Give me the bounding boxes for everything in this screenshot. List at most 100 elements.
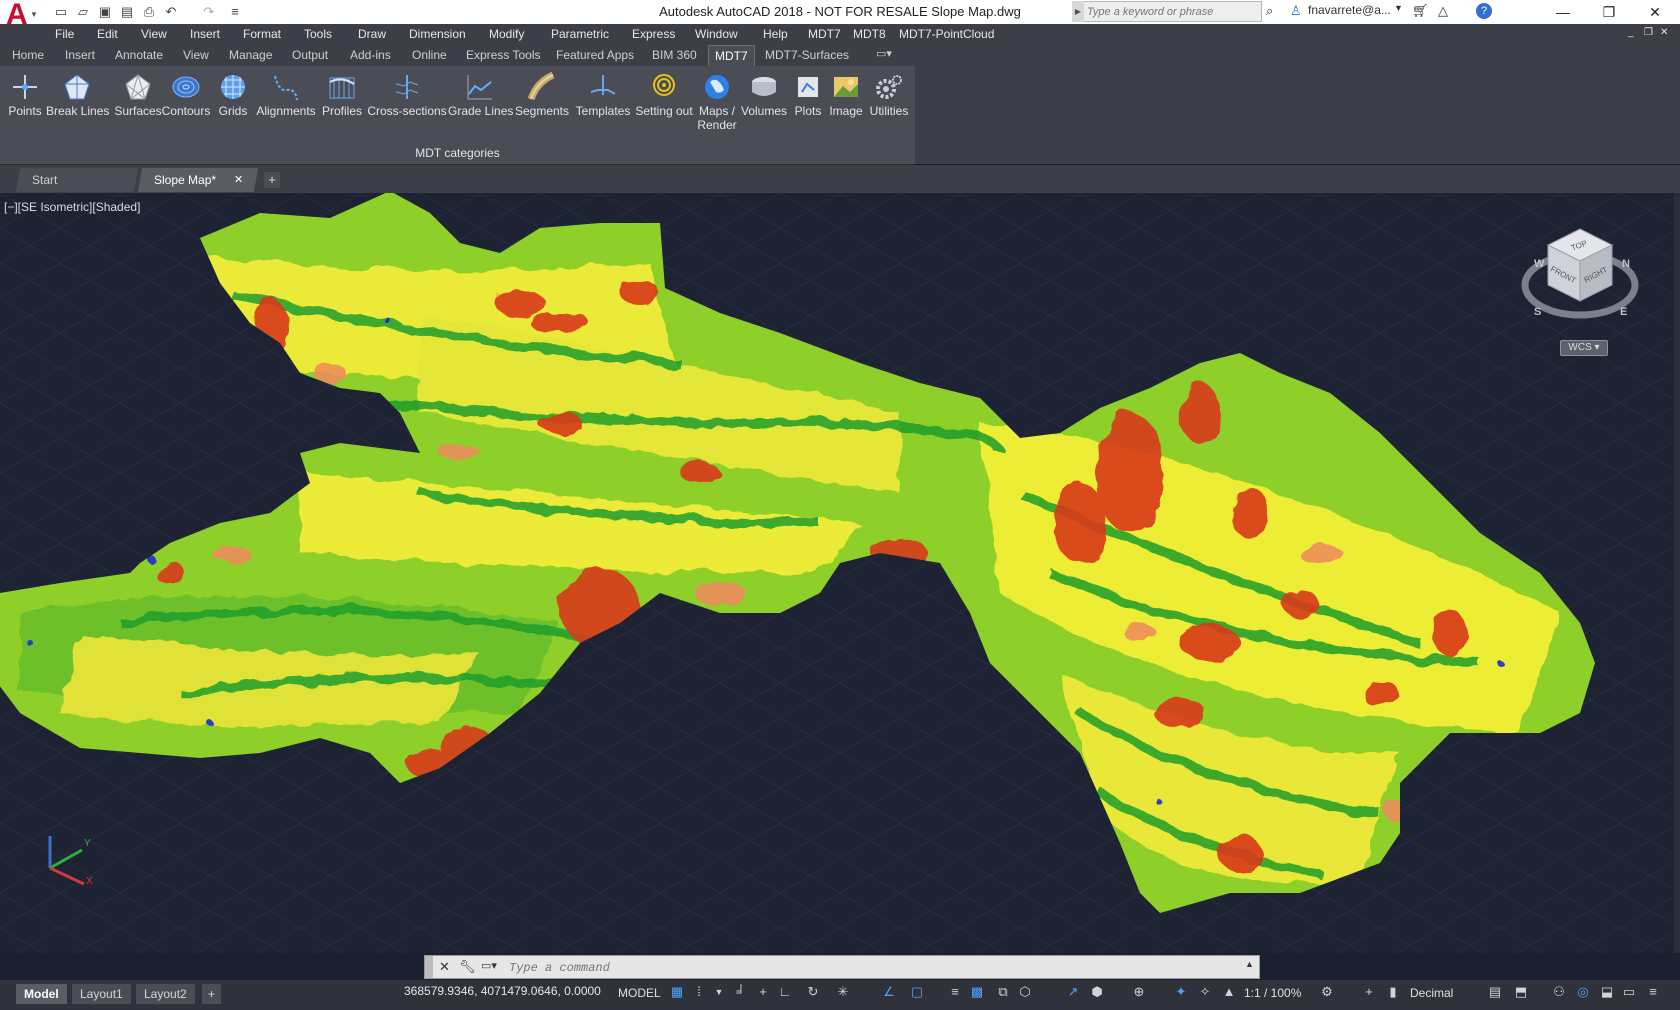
quick-properties-icon[interactable]: ▤ bbox=[1486, 983, 1504, 1001]
setting-out-tool[interactable]: Setting out bbox=[632, 72, 696, 118]
close-button[interactable]: ✕ bbox=[1632, 0, 1678, 24]
doc-restore-button[interactable]: ❐ bbox=[1644, 27, 1653, 38]
infer-constraints-icon[interactable]: ╛ bbox=[732, 983, 750, 1001]
recent-commands-icon[interactable]: ▭▾ bbox=[481, 959, 497, 972]
ribbon-panel-caption[interactable]: MDT categories bbox=[0, 146, 915, 160]
chevron-down-icon[interactable]: ▼ bbox=[710, 983, 728, 1001]
annotation-scale-icon[interactable]: ▲ bbox=[1220, 983, 1238, 1001]
object-snap-tracking-icon[interactable]: ∠ bbox=[880, 983, 898, 1001]
alignments-tool[interactable]: Alignments bbox=[252, 72, 320, 118]
command-line[interactable]: ✕ 🔧︎ ▭▾ ▲ bbox=[424, 955, 1260, 979]
compass-west[interactable]: W bbox=[1534, 258, 1545, 270]
layout-tab-layout2[interactable]: Layout2 bbox=[136, 984, 195, 1004]
menu-dimension[interactable]: Dimension bbox=[409, 27, 466, 41]
drawing-viewport[interactable]: [−][SE Isometric][Shaded] TOP FRONT RIGH… bbox=[0, 193, 1674, 953]
plots-tool[interactable]: Plots bbox=[790, 72, 826, 118]
menu-tools[interactable]: Tools bbox=[304, 27, 332, 41]
tab-output[interactable]: Output bbox=[292, 48, 328, 62]
tab-express-tools[interactable]: Express Tools bbox=[466, 48, 540, 62]
tab-manage[interactable]: Manage bbox=[229, 48, 272, 62]
transparency-icon[interactable]: ▩ bbox=[968, 983, 986, 1001]
segments-tool[interactable]: Segments bbox=[512, 72, 572, 118]
tab-online[interactable]: Online bbox=[412, 48, 447, 62]
customize-command-line-icon[interactable]: 🔧︎ bbox=[459, 959, 476, 975]
model-space-button[interactable]: MODEL bbox=[618, 986, 661, 1000]
tab-annotate[interactable]: Annotate bbox=[115, 48, 163, 62]
annotation-scale-value[interactable]: 1:1 / 100% bbox=[1244, 986, 1301, 1000]
layout-tab-layout1[interactable]: Layout1 bbox=[72, 984, 131, 1004]
viewport-controls-label[interactable]: [−][SE Isometric][Shaded] bbox=[4, 200, 140, 214]
user-name[interactable]: fnavarrete@a... bbox=[1308, 3, 1391, 17]
menu-express[interactable]: Express bbox=[632, 27, 675, 41]
menu-mdt7[interactable]: MDT7 bbox=[808, 27, 841, 41]
grid-display-icon[interactable]: ▦ bbox=[668, 983, 686, 1001]
dynamic-input-icon[interactable]: + bbox=[754, 983, 772, 1001]
add-layout-plus-icon[interactable]: + bbox=[202, 984, 222, 1004]
selection-cycling-icon[interactable]: ⧉ bbox=[994, 983, 1012, 1001]
close-tab-icon[interactable]: ✕ bbox=[234, 168, 243, 192]
new-tab-plus-icon[interactable]: + bbox=[264, 172, 280, 188]
binoculars-icon[interactable]: ⌕ bbox=[1266, 3, 1273, 19]
compass-east[interactable]: E bbox=[1620, 306, 1627, 318]
grids-tool[interactable]: Grids bbox=[214, 72, 252, 118]
coordinates-readout[interactable]: 368579.9346, 4071479.0646, 0.0000 bbox=[404, 984, 601, 998]
connect-icon[interactable]: △ bbox=[1438, 3, 1448, 19]
gizmo-icon[interactable]: ⊕ bbox=[1130, 983, 1148, 1001]
menu-format[interactable]: Format bbox=[243, 27, 281, 41]
tab-mdt7[interactable]: MDT7 bbox=[708, 45, 755, 66]
compass-south[interactable]: S bbox=[1534, 306, 1541, 318]
doc-tab-slope-map[interactable]: Slope Map* ✕ bbox=[137, 168, 259, 192]
customization-icon[interactable]: ▭ bbox=[1620, 983, 1638, 1001]
grade-lines-tool[interactable]: Grade Lines bbox=[448, 72, 513, 118]
command-line-grip[interactable] bbox=[425, 956, 433, 978]
3d-object-snap-icon[interactable]: ⬡ bbox=[1016, 983, 1034, 1001]
menu-edit[interactable]: Edit bbox=[97, 27, 118, 41]
tab-home[interactable]: Home bbox=[12, 48, 44, 62]
ribbon-minimize-icon[interactable]: ▭▾ bbox=[876, 47, 892, 60]
clean-screen-icon[interactable]: ⬓ bbox=[1598, 983, 1616, 1001]
ucs-menu-button[interactable]: WCS ▾ bbox=[1560, 340, 1608, 356]
maps-render-tool[interactable]: Maps / Render bbox=[696, 72, 738, 132]
tab-mdt7-surfaces[interactable]: MDT7-Surfaces bbox=[765, 48, 849, 62]
compass-north[interactable]: N bbox=[1622, 258, 1630, 270]
auto-scale-icon[interactable]: ✧ bbox=[1196, 983, 1214, 1001]
chevron-down-icon[interactable]: ▼ bbox=[1394, 3, 1403, 13]
menu-file[interactable]: File bbox=[55, 27, 74, 41]
menu-insert[interactable]: Insert bbox=[190, 27, 220, 41]
hardware-acceleration-icon[interactable]: ◎ bbox=[1574, 983, 1592, 1001]
workspace-gear-icon[interactable]: ⚙ bbox=[1318, 983, 1336, 1001]
annotation-monitor-icon[interactable]: + bbox=[1360, 983, 1378, 1001]
search-input[interactable] bbox=[1073, 2, 1257, 21]
snap-mode-icon[interactable]: ⁞ bbox=[690, 983, 708, 1001]
lock-ui-icon[interactable]: ⬒ bbox=[1512, 983, 1530, 1001]
tab-bim-360[interactable]: BIM 360 bbox=[652, 48, 697, 62]
layout-tab-model[interactable]: Model bbox=[16, 984, 67, 1004]
search-box[interactable] bbox=[1072, 1, 1262, 22]
restore-button[interactable]: ❐ bbox=[1586, 0, 1632, 24]
menu-mdt7-pointcloud[interactable]: MDT7-PointCloud bbox=[899, 27, 994, 41]
ortho-mode-icon[interactable]: ∟ bbox=[776, 983, 794, 1001]
help-icon[interactable]: ? bbox=[1476, 3, 1492, 19]
command-history-toggle-icon[interactable]: ▲ bbox=[1245, 959, 1254, 969]
dynamic-ucs-icon[interactable]: ↗ bbox=[1064, 983, 1082, 1001]
search-expand-icon[interactable]: ▶ bbox=[1072, 1, 1084, 22]
viewport-scrollbar[interactable] bbox=[1674, 193, 1680, 953]
menu-view[interactable]: View bbox=[141, 27, 167, 41]
break-lines-tool[interactable]: Break Lines bbox=[46, 72, 109, 118]
isometric-drafting-icon[interactable]: ✳ bbox=[834, 983, 852, 1001]
isolate-objects-icon[interactable]: ⚇ bbox=[1550, 983, 1568, 1001]
doc-close-button[interactable]: ✕ bbox=[1660, 27, 1668, 38]
utilities-tool[interactable]: Utilities bbox=[866, 72, 912, 118]
status-menu-icon[interactable]: ≡ bbox=[1644, 983, 1662, 1001]
units-value[interactable]: Decimal bbox=[1410, 986, 1453, 1000]
object-snap-icon[interactable]: ▢ bbox=[908, 983, 926, 1001]
selection-filter-icon[interactable]: ⬢ bbox=[1088, 983, 1106, 1001]
cross-sections-tool[interactable]: Cross-sections bbox=[364, 72, 450, 118]
volumes-tool[interactable]: Volumes bbox=[738, 72, 790, 118]
menu-parametric[interactable]: Parametric bbox=[551, 27, 609, 41]
points-tool[interactable]: Points bbox=[6, 72, 44, 118]
tab-featured-apps[interactable]: Featured Apps bbox=[556, 48, 634, 62]
doc-tab-start[interactable]: Start bbox=[15, 168, 139, 192]
annotation-visibility-icon[interactable]: ✦ bbox=[1172, 983, 1190, 1001]
contours-tool[interactable]: Contours bbox=[157, 72, 215, 118]
